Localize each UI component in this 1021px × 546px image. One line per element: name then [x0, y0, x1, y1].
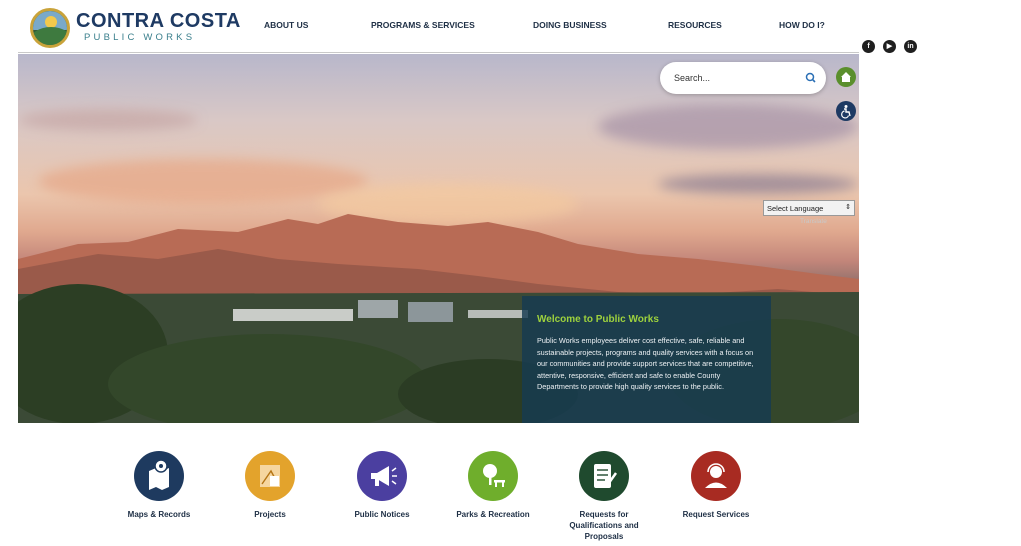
quick-link-label: Maps & Records — [127, 510, 191, 519]
quick-links: Maps & Records Projects Public Notices P… — [18, 423, 859, 546]
nav-about-us[interactable]: ABOUT US — [264, 20, 308, 30]
quick-link-requests-qualifications[interactable]: Requests for Qualifications and Proposal… — [559, 451, 649, 542]
brand-subtitle: PUBLIC WORKS — [84, 32, 196, 43]
clipboard-pen-icon — [594, 464, 618, 488]
nav-doing-business[interactable]: DOING BUSINESS — [533, 20, 607, 30]
quick-link-circle — [245, 451, 295, 501]
facebook-icon[interactable]: f — [862, 40, 875, 53]
quick-link-request-services[interactable]: Request Services — [671, 451, 761, 520]
quick-link-label: Request Services — [682, 510, 750, 519]
welcome-body: Public Works employees deliver cost effe… — [537, 336, 754, 392]
page: CONTRA COSTA PUBLIC WORKS ABOUT US PROGR… — [0, 0, 1021, 546]
nav-programs-services[interactable]: PROGRAMS & SERVICES — [371, 20, 475, 30]
home-icon — [841, 72, 851, 82]
google-translate-link[interactable]: Translate — [800, 218, 827, 225]
quick-link-label: Requests for Qualifications and Proposal… — [569, 510, 639, 541]
accessibility-icon — [841, 105, 851, 119]
language-select[interactable]: Select Language ⇕ — [763, 200, 855, 216]
search-input[interactable] — [674, 71, 794, 85]
quick-link-circle — [468, 451, 518, 501]
blueprint-icon — [260, 465, 280, 487]
linkedin-icon[interactable]: in — [904, 40, 917, 53]
site-header: CONTRA COSTA PUBLIC WORKS ABOUT US PROGR… — [18, 0, 859, 53]
quick-link-circle — [357, 451, 407, 501]
county-seal-logo[interactable] — [30, 8, 70, 48]
park-tree-icon — [483, 464, 505, 487]
home-button[interactable] — [836, 67, 856, 87]
welcome-panel: Welcome to Public Works Public Works emp… — [522, 296, 771, 424]
select-arrow-icon: ⇕ — [845, 204, 851, 211]
accessibility-button[interactable] — [836, 101, 856, 121]
quick-link-label: Parks & Recreation — [456, 510, 530, 519]
quick-link-circle — [579, 451, 629, 501]
nav-resources[interactable]: RESOURCES — [668, 20, 722, 30]
nav-how-do-i[interactable]: HOW DO I? — [779, 20, 825, 30]
language-select-label: Select Language — [767, 204, 824, 213]
quick-link-label: Projects — [254, 510, 286, 519]
search-box — [660, 62, 826, 94]
headset-person-icon — [705, 463, 727, 488]
quick-link-projects[interactable]: Projects — [225, 451, 315, 520]
quick-link-label: Public Notices — [354, 510, 410, 519]
youtube-icon[interactable]: ▶ — [883, 40, 896, 53]
search-icon[interactable] — [804, 71, 818, 85]
welcome-title: Welcome to Public Works — [537, 314, 659, 325]
quick-link-circle — [691, 451, 741, 501]
map-pin-icon — [149, 459, 169, 490]
brand-name[interactable]: CONTRA COSTA — [76, 10, 241, 33]
quick-link-maps-records[interactable]: Maps & Records — [114, 451, 204, 520]
quick-link-parks-recreation[interactable]: Parks & Recreation — [448, 451, 538, 520]
megaphone-icon — [371, 466, 397, 486]
quick-link-circle — [134, 451, 184, 501]
quick-link-public-notices[interactable]: Public Notices — [337, 451, 427, 520]
